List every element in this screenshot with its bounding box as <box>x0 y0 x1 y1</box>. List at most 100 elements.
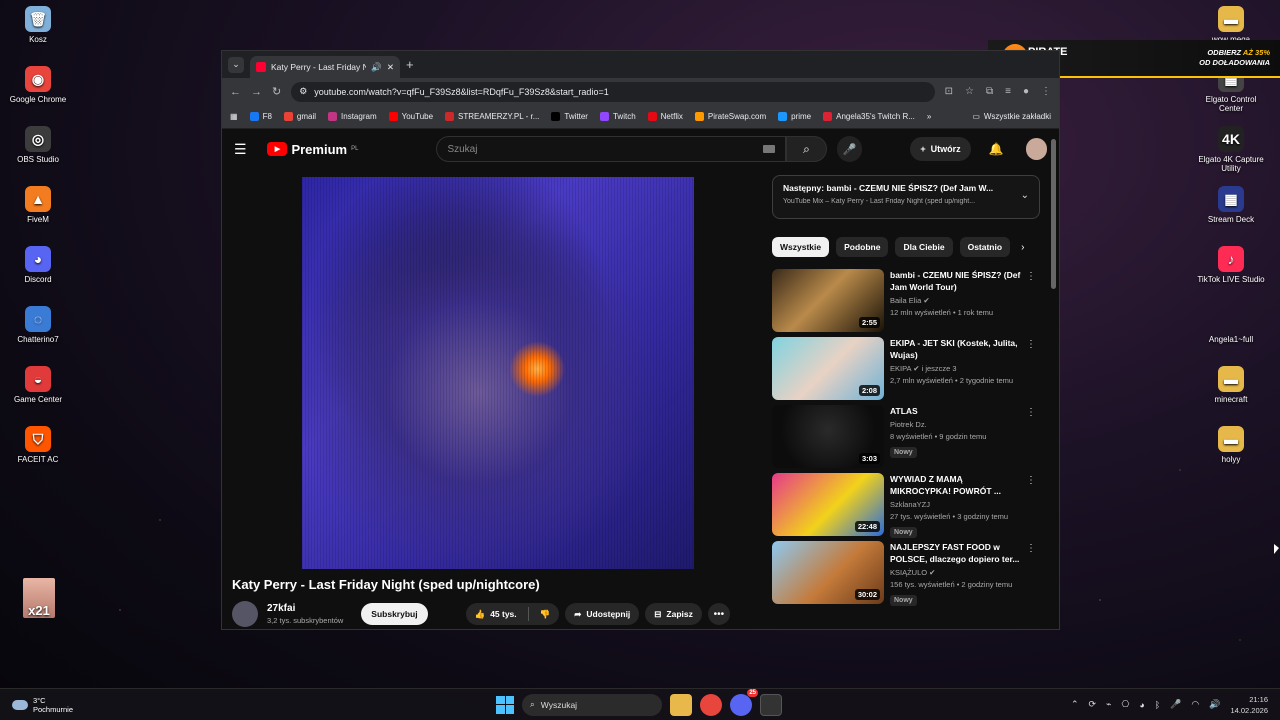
filter-chip[interactable]: Dla Ciebie <box>895 237 953 257</box>
menu-kebab-icon[interactable]: ⋮ <box>1041 86 1051 97</box>
install-app-icon[interactable]: ⊡ <box>945 86 953 97</box>
discord-taskbar-icon[interactable]: 25 <box>730 688 758 716</box>
clock[interactable]: 21:16 14.02.2026 <box>1230 694 1268 716</box>
channel-avatar[interactable] <box>232 601 258 627</box>
file-explorer-icon[interactable] <box>670 693 692 716</box>
desktop-left-shortcut[interactable]: ◎ OBS Studio <box>0 126 76 164</box>
recommendation-title[interactable]: NAJLEPSZY FAST FOOD w POLSCE, dlaczego d… <box>890 541 1030 565</box>
filter-chip[interactable]: Ostatnio <box>959 237 1011 257</box>
bookmark-item[interactable]: Angela35's Twitch R... <box>823 112 915 121</box>
bookmark-item[interactable]: Netflix <box>647 112 683 121</box>
search-button[interactable]: ⌕ <box>786 136 827 162</box>
recommendation-item[interactable]: 22:48 WYWIAD Z MAMĄ MIKROCYPKA! POWRÓT ..… <box>772 473 1047 541</box>
recommendation-title[interactable]: bambi - CZEMU NIE ŚPISZ? (Def Jam World … <box>890 269 1030 293</box>
more-options-icon[interactable]: ⋮ <box>1026 339 1036 350</box>
desktop-left-shortcut[interactable]: ▲ FiveM <box>0 186 76 224</box>
desktop-right-shortcut[interactable]: ▬ holyy <box>1193 426 1269 464</box>
thumbs-up-icon[interactable]: 👍 <box>475 609 486 620</box>
share-button[interactable]: ➦ Udostępnij <box>565 603 640 625</box>
close-tab-icon[interactable]: ✕ <box>387 62 394 73</box>
media-control-icon[interactable]: ≡ <box>1005 86 1011 97</box>
new-tab-button[interactable]: + <box>406 57 414 72</box>
bookmark-item[interactable]: YouTube <box>388 112 433 121</box>
recommendation-item[interactable]: 3:03 ATLAS Piotrek Dz. 8 wyświetleń • 9 god… <box>772 405 1047 473</box>
recommendation-channel[interactable]: KSIĄŻULO ✔ <box>890 568 1030 577</box>
search-input[interactable]: Szukaj <box>436 136 786 162</box>
back-icon[interactable]: ← <box>230 86 241 98</box>
up-next-mix-panel[interactable]: Następny: bambi - CZEMU NIE ŚPISZ? (Def … <box>772 175 1040 219</box>
voice-search-button[interactable]: 🎤 <box>837 136 863 162</box>
thumbs-down-icon[interactable]: 👎 <box>540 609 551 620</box>
recommendation-item[interactable]: 30:02 NAJLEPSZY FAST FOOD w POLSCE, dlacz… <box>772 541 1047 609</box>
extensions-icon[interactable]: ⧉ <box>986 86 993 97</box>
tab-search-button[interactable]: ⌄ <box>228 56 244 73</box>
youtube-premium-logo[interactable]: ▶ Premium PL <box>267 142 358 157</box>
recommendation-channel[interactable]: EKIPA ✔ i jeszcze 3 <box>890 364 1030 373</box>
bookmark-item[interactable]: PirateSwap.com <box>694 112 766 121</box>
desktop-right-shortcut[interactable]: 4K Elgato 4K Capture Utility <box>1193 126 1269 173</box>
taskbar-search[interactable]: ⌕ Wyszukaj <box>522 693 662 716</box>
apps-grid-icon[interactable]: ▦ <box>230 112 238 121</box>
profile-avatar-icon[interactable]: ● <box>1023 86 1029 97</box>
bookmark-item[interactable]: Twitch <box>599 112 636 121</box>
keyboard-icon[interactable] <box>763 145 775 153</box>
desktop-left-shortcut[interactable]: 🗑 Kosz <box>0 6 76 44</box>
desktop-right-shortcut[interactable]: ▬wow mega <box>1193 6 1269 44</box>
hamburger-menu-icon[interactable]: ☰ <box>234 141 255 158</box>
more-options-icon[interactable]: ⋮ <box>1026 271 1036 282</box>
video-thumbnail[interactable]: 22:48 <box>772 473 884 536</box>
recommendation-channel[interactable]: SzklanaYZJ <box>890 500 1030 509</box>
more-actions-icon[interactable]: ••• <box>707 603 730 625</box>
chevron-down-icon[interactable]: ⌄ <box>1021 190 1029 201</box>
video-player[interactable] <box>302 177 694 569</box>
tab-youtube[interactable]: Katy Perry - Last Friday Night 🔊 ✕ <box>250 56 400 78</box>
more-options-icon[interactable]: ⋮ <box>1026 543 1036 554</box>
desktop-left-shortcut[interactable]: ◒ Game Center <box>0 366 76 404</box>
bluetooth-icon[interactable]: ᛒ <box>1155 700 1160 710</box>
desktop-right-shortcut[interactable]: ♪ TikTok LIVE Studio <box>1193 246 1269 284</box>
recommendation-channel[interactable]: Piotrek Dz. <box>890 420 1030 429</box>
video-thumbnail[interactable]: 3:03 <box>772 405 884 468</box>
filter-chip[interactable]: Wszystkie <box>772 237 830 257</box>
desktop-right-shortcut[interactable]: ▬ minecraft <box>1193 366 1269 404</box>
recommendation-item[interactable]: 2:55 bambi - CZEMU NIE ŚPISZ? (Def Jam Wo… <box>772 269 1047 337</box>
desktop-right-shortcut[interactable]: ▦ Stream Deck <box>1193 186 1269 224</box>
create-button[interactable]: + Utwórz <box>910 137 971 161</box>
recommendation-channel[interactable]: Baila Elia ✔ <box>890 296 1030 305</box>
desktop-left-shortcut[interactable]: ◕ Discord <box>0 246 76 284</box>
bookmark-item[interactable]: gmail <box>283 112 316 121</box>
like-count[interactable]: 45 tys. <box>490 609 516 619</box>
recommendation-title[interactable]: ATLAS <box>890 405 1030 417</box>
more-options-icon[interactable]: ⋮ <box>1026 475 1036 486</box>
subscribe-button[interactable]: Subskrybuj <box>361 603 428 625</box>
game-controller-icon[interactable]: ⎔ <box>1121 699 1129 710</box>
speaker-icon[interactable]: 🔊 <box>371 62 382 73</box>
user-avatar[interactable] <box>1025 138 1048 160</box>
site-info-icon[interactable]: ⚙ <box>299 86 307 97</box>
bookmark-item[interactable]: Twitter <box>551 112 588 121</box>
start-windows-icon[interactable] <box>496 695 514 714</box>
forward-icon[interactable]: → <box>251 86 262 98</box>
video-thumbnail[interactable]: 30:02 <box>772 541 884 604</box>
more-bookmarks-icon[interactable]: » <box>927 112 931 121</box>
desktop-right-shortcut[interactable]: Angela1~full <box>1193 306 1269 344</box>
network-icon[interactable]: ⌁ <box>1106 699 1111 710</box>
chevron-right-icon[interactable]: › <box>1021 242 1024 253</box>
desktop-left-shortcut[interactable]: ⛉ FACEIT AC <box>0 426 76 464</box>
show-hidden-icons-chevron-icon[interactable]: ⌃ <box>1071 699 1079 710</box>
video-thumbnail[interactable]: 2:08 <box>772 337 884 400</box>
recommendation-title[interactable]: EKIPA - JET SKI (Kostek, Julita, Wujas) <box>890 337 1030 361</box>
video-thumbnail[interactable]: 2:55 <box>772 269 884 332</box>
bookmark-item[interactable]: Instagram <box>328 112 377 121</box>
discord-tray-icon[interactable]: ◕ <box>1139 700 1144 710</box>
url-field[interactable]: ⚙ youtube.com/watch?v=qfFu_F39Sz8&list=R… <box>291 81 935 102</box>
wifi-icon[interactable]: ◠ <box>1191 699 1199 710</box>
all-bookmarks-folder[interactable]: ▭ Wszystkie zakładki <box>972 112 1051 121</box>
desktop-left-shortcut[interactable]: ◉ Google Chrome <box>0 66 76 104</box>
recommendation-title[interactable]: WYWIAD Z MAMĄ MIKROCYPKA! POWRÓT ... <box>890 473 1030 497</box>
volume-icon[interactable]: 🔊 <box>1209 699 1220 710</box>
chatterino-taskbar-icon[interactable] <box>760 693 782 716</box>
page-scrollbar[interactable] <box>1051 139 1056 289</box>
notifications-bell-icon[interactable]: 🔔 <box>989 142 1004 156</box>
bookmark-item[interactable]: prime <box>778 112 811 121</box>
